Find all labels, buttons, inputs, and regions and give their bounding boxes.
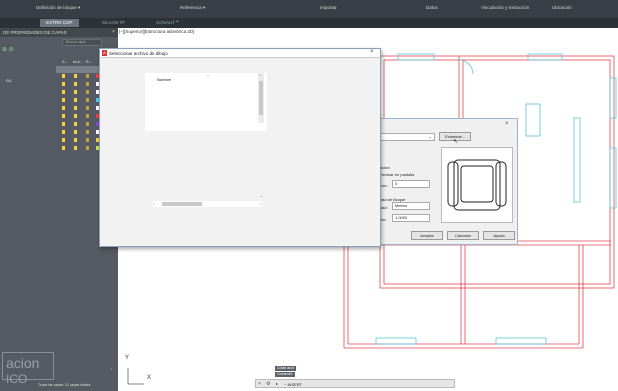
layer-label: RA [6,78,12,83]
ribbon-reference-menu[interactable]: Referencia ▾ [180,5,205,11]
command-prompt-icon: ▸ [276,381,279,386]
close-icon[interactable]: × [258,381,261,387]
specify-on-screen-checkbox[interactable]: Precisar en pantalla [379,172,414,177]
command-history-item: Cotas acot [275,366,296,371]
scroll-down-icon[interactable]: ⌄ [260,193,263,198]
palette-status: Todas las capas: 21 capas totales [38,383,91,387]
scroll-left-icon[interactable]: ‹ [153,201,154,206]
chevron-down-icon: ⌄ [428,134,432,139]
window [573,117,581,203]
column-header-name[interactable]: Nombre [157,77,171,82]
ucs-x-label: X [147,375,152,381]
window [527,53,563,61]
scrollbar-thumb[interactable] [259,81,263,115]
window [375,337,417,345]
dialog-titlebar[interactable]: A Seleccionar archivo de dibujo × [100,49,380,58]
new-tab-icon[interactable]: + [176,19,179,25]
close-icon[interactable]: × [112,29,115,35]
window [397,53,435,61]
scroll-right-icon[interactable]: › [260,201,261,206]
dialog-title: Seleccionar archivo de dibujo [109,51,168,56]
angle-field[interactable]: 0 [392,180,430,188]
close-icon[interactable]: × [370,49,374,55]
ribbon-import-menu[interactable]: Importar [320,5,337,10]
help-button[interactable]: Ayuda [483,231,515,240]
file-list[interactable]: Nombre ^ [145,73,267,131]
ribbon-block-definition-menu[interactable]: Definición de bloque ▾ [36,5,80,11]
palette-collapse-icon[interactable]: › [111,366,112,371]
ribbon-data-menu[interactable]: Datos [426,5,438,10]
mouse-cursor-icon: ↖ [453,139,459,145]
col-header-on[interactable]: A... [62,59,68,64]
sort-indicator-icon: ^ [207,73,209,78]
ucs-icon [127,368,144,385]
block-preview [441,147,513,223]
col-header-lock[interactable]: B... [86,59,92,64]
fixture [525,103,541,137]
select-drawing-file-dialog: A Seleccionar archivo de dibujo × Nombre… [99,48,381,247]
scroll-up-icon[interactable]: ^ [259,73,261,78]
tab-extro-cop[interactable]: EXTRO COP [40,19,79,27]
window [495,337,547,345]
ok-button[interactable]: Aceptar [411,231,443,240]
ribbon-link-extract-menu[interactable]: Vinculación y extracción [481,5,529,10]
layer-search-input[interactable]: Buscar capa [62,39,102,46]
watermark-text: ICO [6,372,28,386]
tab-sillon-tp[interactable]: SILLON TP [96,19,131,27]
vertical-scrollbar[interactable]: ^ [258,73,264,123]
scrollbar-thumb[interactable] [162,202,202,206]
document-tab-bar [0,18,618,28]
ucs-y-label: Y [125,355,130,361]
door-swing [458,59,474,75]
close-icon[interactable]: × [505,121,509,127]
command-input[interactable]: − INSERT [284,382,302,387]
window [609,147,617,209]
horizontal-scrollbar[interactable]: ‹ › [152,201,262,207]
wrench-icon[interactable]: ⚙ [266,381,270,387]
armchair-preview [447,159,507,211]
autocad-app-icon: A [102,50,107,56]
col-header-freeze[interactable]: Inut... [73,59,83,64]
palette-title: DE PROPIEDADES DE CAPAS [0,28,118,37]
cancel-button[interactable]: Cancelar [447,231,479,240]
command-line[interactable]: × ⚙ ▸ − INSERT [255,379,455,388]
new-layer-icon[interactable]: ⊕ ⊘ [2,46,14,53]
ribbon-location-menu[interactable]: Ubicación [552,5,572,10]
watermark-text: acion [6,355,40,371]
command-history-item: Comando: [275,372,296,377]
factor-field: 1.0000 [392,214,430,222]
unit-field: Metros [392,202,430,210]
window [609,77,617,119]
